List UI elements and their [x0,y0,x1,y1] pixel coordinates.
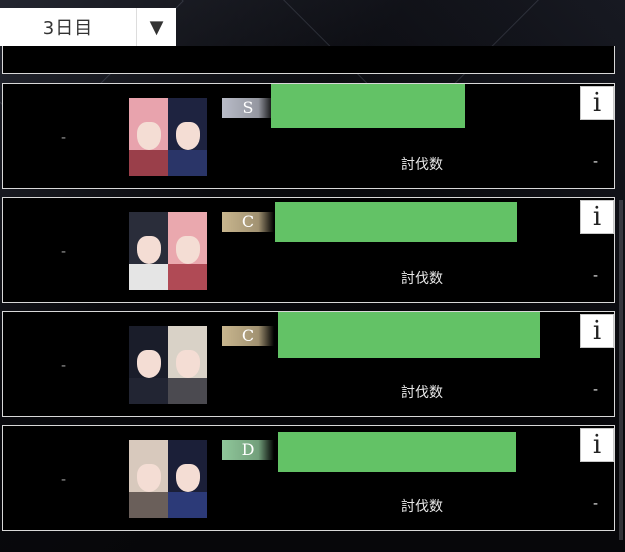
kill-count-value: - [592,382,598,398]
info-button[interactable]: i [580,314,614,348]
row-placeholder: - [61,130,67,146]
row-placeholder: - [61,472,67,488]
kill-count-label: 討伐数 [401,499,443,515]
rank-badge: S [222,98,274,118]
team-row[interactable]: - D i 討伐数 - [2,425,615,531]
character-portrait [168,440,207,518]
redacted-name [278,312,540,358]
day-dropdown[interactable]: 3日目 ▼ [0,8,176,46]
kill-count-label: 討伐数 [401,385,443,401]
character-portrait [129,440,168,518]
rank-badge: D [222,440,274,460]
info-button[interactable]: i [580,428,614,462]
kill-count-label: 討伐数 [401,271,443,287]
screen: 3日目 ▼ - S i 討伐数 - - C i 討伐数 - - C i 討伐数 … [0,0,625,552]
rank-badge: C [222,326,274,346]
character-portrait [168,326,207,404]
character-portrait [129,326,168,404]
character-portraits [129,326,207,404]
character-portrait [129,98,168,176]
scrollbar[interactable] [619,200,623,540]
character-portrait [168,212,207,290]
previous-row-partial [2,46,615,74]
team-row[interactable]: - C i 討伐数 - [2,311,615,417]
redacted-name [271,84,465,128]
kill-count-value: - [592,496,598,512]
team-row[interactable]: - C i 討伐数 - [2,197,615,303]
row-placeholder: - [61,358,67,374]
team-row[interactable]: - S i 討伐数 - [2,83,615,189]
character-portrait [129,212,168,290]
day-dropdown-value: 3日目 [42,18,94,39]
character-portraits [129,212,207,290]
character-portraits [129,98,207,176]
rank-badge: C [222,212,274,232]
chevron-down-icon[interactable]: ▼ [137,17,176,38]
redacted-name [278,432,516,472]
row-placeholder: - [61,244,67,260]
info-button[interactable]: i [580,200,614,234]
kill-count-value: - [592,268,598,284]
kill-count-value: - [592,154,598,170]
team-list: - S i 討伐数 - - C i 討伐数 - - C i 討伐数 - - D … [2,83,615,539]
info-button[interactable]: i [580,86,614,120]
kill-count-label: 討伐数 [401,157,443,173]
redacted-name [275,202,517,242]
character-portrait [168,98,207,176]
character-portraits [129,440,207,518]
